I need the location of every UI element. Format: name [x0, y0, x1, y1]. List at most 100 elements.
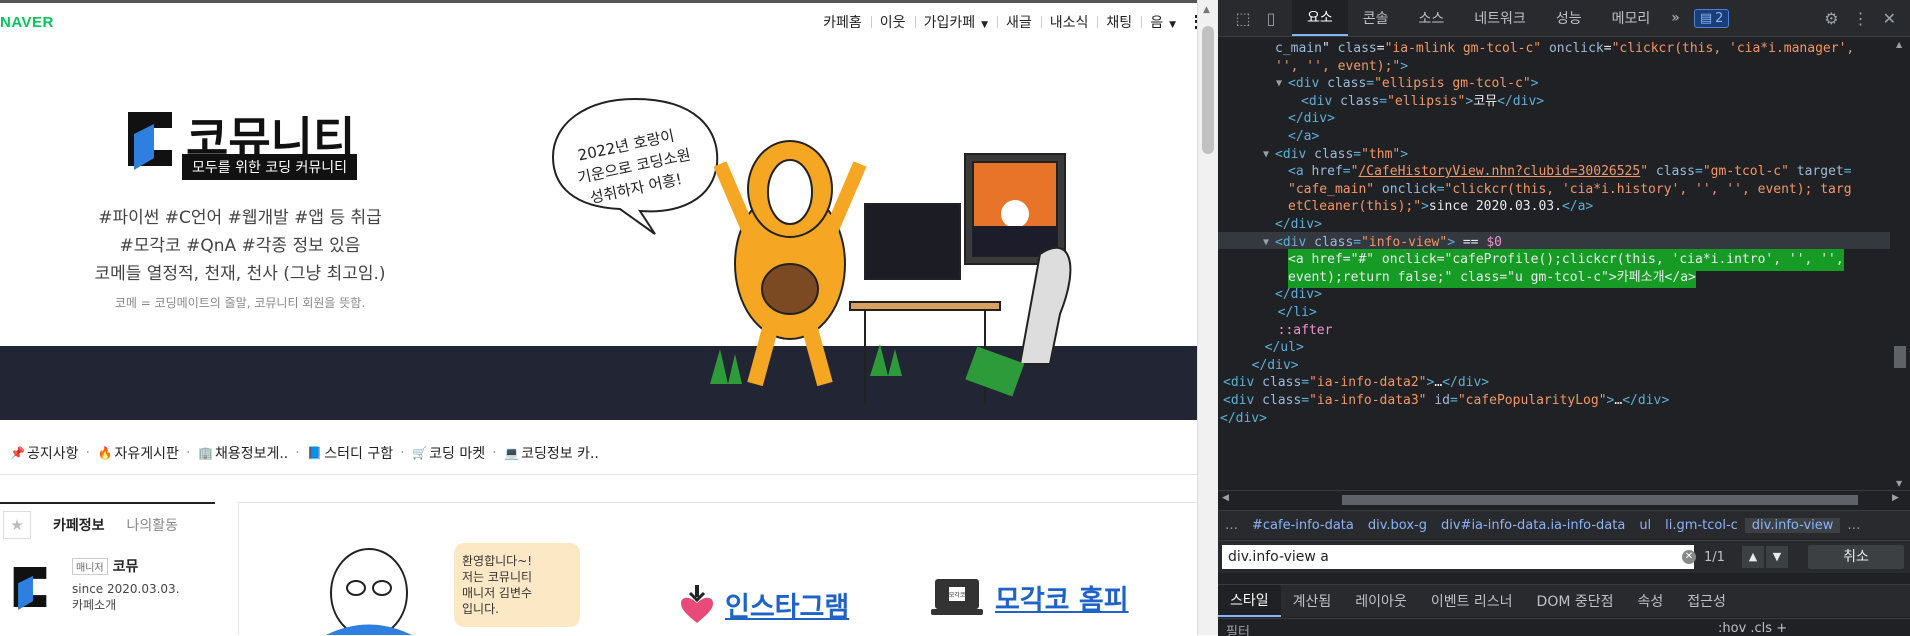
dom-tree-line[interactable]: ▼ <div class="ellipsis gm-tcol-c"> — [1218, 73, 1890, 91]
clear-icon[interactable]: ✕ — [1682, 550, 1696, 564]
nav-user-menu[interactable]: 음 ▼ — [1141, 12, 1185, 32]
instagram-link-text[interactable]: 인스타그램 — [725, 585, 849, 624]
tab-sources[interactable]: 소스 — [1404, 0, 1460, 36]
close-icon[interactable]: ✕ — [1883, 9, 1896, 28]
dom-tree-line[interactable]: <a href="#" onclick="cafeProfile();click… — [1218, 249, 1890, 271]
since-date[interactable]: since 2020.03.03. — [72, 582, 180, 596]
scrollbar-thumb[interactable] — [1894, 346, 1906, 368]
dom-tree-line[interactable]: <a href="/CafeHistoryView.nhn?clubid=300… — [1218, 161, 1890, 179]
code-token: "info-view" — [1361, 234, 1448, 250]
dom-tree-line[interactable]: '', '', event);"> — [1218, 56, 1890, 74]
device-toolbar-icon[interactable]: ▯ — [1260, 7, 1282, 29]
dom-tree-line[interactable]: </div> — [1218, 214, 1890, 232]
tab-elements[interactable]: 요소 — [1292, 0, 1348, 36]
dom-tree-line[interactable]: ::after — [1218, 320, 1890, 338]
nav-joined-cafes[interactable]: 가입카페 ▼ — [914, 12, 997, 32]
code-token: event);return false;" class="u gm-tcol-c… — [1288, 269, 1696, 285]
nav-new-posts[interactable]: 새글 — [997, 12, 1041, 32]
breadcrumb-item[interactable]: … — [1840, 518, 1867, 533]
breadcrumb-item[interactable]: div.box-g — [1361, 518, 1434, 533]
breadcrumb-item[interactable]: div.info-view — [1744, 517, 1841, 533]
dom-tree-line[interactable]: ▶<div class="ia-info-data2">…</div> — [1218, 372, 1890, 390]
code-token: = — [1843, 164, 1852, 180]
menu-item-jobs[interactable]: 🏢채용정보게.. — [186, 443, 297, 463]
more-vert-icon[interactable]: ⋮ — [1853, 9, 1869, 28]
cancel-button[interactable]: 취소 — [1808, 545, 1904, 569]
breadcrumb-item[interactable]: #cafe-info-data — [1245, 518, 1361, 533]
tab-styles[interactable]: 스타일 — [1218, 585, 1281, 617]
tab-computed[interactable]: 계산됨 — [1281, 585, 1344, 617]
tab-cafe-info[interactable]: 카페정보 — [53, 515, 105, 535]
cafe-info-text: 매니저 코뮤 since 2020.03.03. 카페소개 — [72, 556, 180, 618]
menu-item-study[interactable]: 📘스터디 구함 — [295, 443, 402, 463]
filter-input[interactable]: 필터 — [1226, 621, 1250, 636]
code-token: == — [1455, 234, 1487, 250]
dom-tree-line[interactable]: </div> — [1218, 408, 1890, 426]
instagram-link[interactable]: 인스타그램 — [679, 583, 849, 625]
inspect-element-icon[interactable]: ⬚ — [1232, 7, 1254, 29]
code-token: href — [1311, 164, 1343, 180]
dom-tree-line[interactable]: ▼ <div class="info-view"> == $0 — [1218, 231, 1890, 250]
naver-logo[interactable]: NAVER — [0, 14, 54, 31]
menu-item-market[interactable]: 🛒코딩 마켓 — [400, 443, 494, 463]
scroll-left-icon[interactable]: ◀ — [1222, 493, 1229, 503]
dom-tree-line[interactable]: ▶<div class="ia-info-data3" id="cafePopu… — [1218, 390, 1890, 408]
dom-tree-line[interactable]: "cafe_main" onclick="clickcr(this, 'cia*… — [1218, 179, 1890, 197]
breadcrumb-item[interactable]: div#ia-info-data.ia-info-data — [1434, 518, 1632, 533]
dom-tree-line[interactable]: c_main" class="ia-mlink gm-tcol-c" oncli… — [1218, 38, 1890, 56]
homepage-link[interactable]: 모각코 모각코 홈피 — [929, 575, 1129, 619]
scroll-right-icon[interactable]: ▶ — [1892, 493, 1899, 503]
dom-tree-hscrollbar[interactable]: ◀ ▶ — [1218, 490, 1910, 509]
style-filter-actions[interactable]: :hov .cls + — [1718, 621, 1787, 636]
cafe-info-panel: ★ 카페정보 나의활동 매니저 코뮤 since 2020.03.03. 카페소개 — [0, 502, 215, 635]
dom-tree-line[interactable]: </div> — [1218, 355, 1890, 373]
dom-tree-line[interactable]: etCleaner(this);">since 2020.03.03.</a> — [1218, 196, 1890, 214]
search-next-button[interactable]: ▼ — [1766, 546, 1788, 568]
nav-neighbors[interactable]: 이웃 — [870, 12, 915, 32]
manager-name[interactable]: 코뮤 — [113, 559, 139, 575]
dom-tree-line[interactable]: event);return false;" class="u gm-tcol-c… — [1218, 266, 1890, 289]
search-input[interactable]: div.info-view a — [1222, 545, 1694, 569]
nav-cafe-home[interactable]: 카페홈 — [814, 12, 871, 32]
dom-tree-line[interactable]: ▼ <div class="thm"> — [1218, 144, 1890, 162]
nav-my-news[interactable]: 내소식 — [1040, 12, 1098, 32]
tab-my-activity[interactable]: 나의활동 — [127, 515, 179, 535]
dom-tree-line[interactable]: </div> — [1218, 108, 1890, 126]
dom-tree[interactable]: c_main" class="ia-mlink gm-tcol-c" oncli… — [1218, 38, 1890, 490]
gear-icon[interactable]: ⚙ — [1824, 9, 1838, 28]
tab-layout[interactable]: 레이아웃 — [1343, 585, 1419, 617]
menu-item-free-board[interactable]: 🔥자유게시판 — [86, 443, 188, 463]
dom-tree-scrollbar[interactable]: ▲ ▼ — [1890, 38, 1910, 490]
scroll-up-icon[interactable]: ▲ — [1203, 5, 1210, 15]
homepage-link-text[interactable]: 모각코 홈피 — [995, 578, 1129, 617]
dom-tree-line[interactable]: </ul> — [1218, 337, 1890, 355]
tab-console[interactable]: 콘솔 — [1348, 0, 1404, 36]
breadcrumb-item[interactable]: li.gm-tcol-c — [1658, 518, 1745, 533]
tab-properties[interactable]: 속성 — [1626, 585, 1676, 617]
page-scrollbar[interactable]: ▲ — [1197, 0, 1217, 635]
tab-memory[interactable]: 메모리 — [1597, 0, 1666, 36]
dom-tree-line[interactable]: </li> — [1218, 302, 1890, 320]
search-prev-button[interactable]: ▲ — [1742, 546, 1764, 568]
star-icon[interactable]: ★ — [3, 511, 31, 539]
dom-tree-line[interactable]: <div class="ellipsis">코뮤</div> — [1218, 91, 1890, 109]
tab-network[interactable]: 네트워크 — [1459, 0, 1541, 36]
tab-performance[interactable]: 성능 — [1541, 0, 1597, 36]
more-tabs-button[interactable]: » — [1665, 0, 1686, 36]
menu-item-coding-info[interactable]: 💻코딩정보 카.. — [492, 443, 608, 463]
tab-accessibility[interactable]: 접근성 — [1675, 585, 1738, 617]
cafe-intro-link[interactable]: 카페소개 — [72, 596, 180, 613]
issues-badge[interactable]: ▤ 2 — [1693, 8, 1730, 28]
nav-chat[interactable]: 채팅 — [1097, 12, 1141, 32]
dom-tree-line[interactable]: </div> — [1218, 284, 1890, 302]
dom-tree-line[interactable]: </a> — [1218, 126, 1890, 144]
scroll-down-icon[interactable]: ▼ — [1896, 479, 1902, 488]
scrollbar-thumb[interactable] — [1342, 495, 1858, 505]
breadcrumb-item[interactable]: ul — [1632, 518, 1658, 533]
scrollbar-thumb[interactable] — [1202, 26, 1214, 154]
tab-dom-breakpoints[interactable]: DOM 중단점 — [1525, 585, 1626, 617]
tab-event-listeners[interactable]: 이벤트 리스너 — [1419, 585, 1525, 617]
breadcrumb-item[interactable]: … — [1218, 518, 1245, 533]
scroll-up-icon[interactable]: ▲ — [1896, 40, 1902, 49]
menu-item-notice[interactable]: 📌 공지사항 — [0, 443, 88, 463]
